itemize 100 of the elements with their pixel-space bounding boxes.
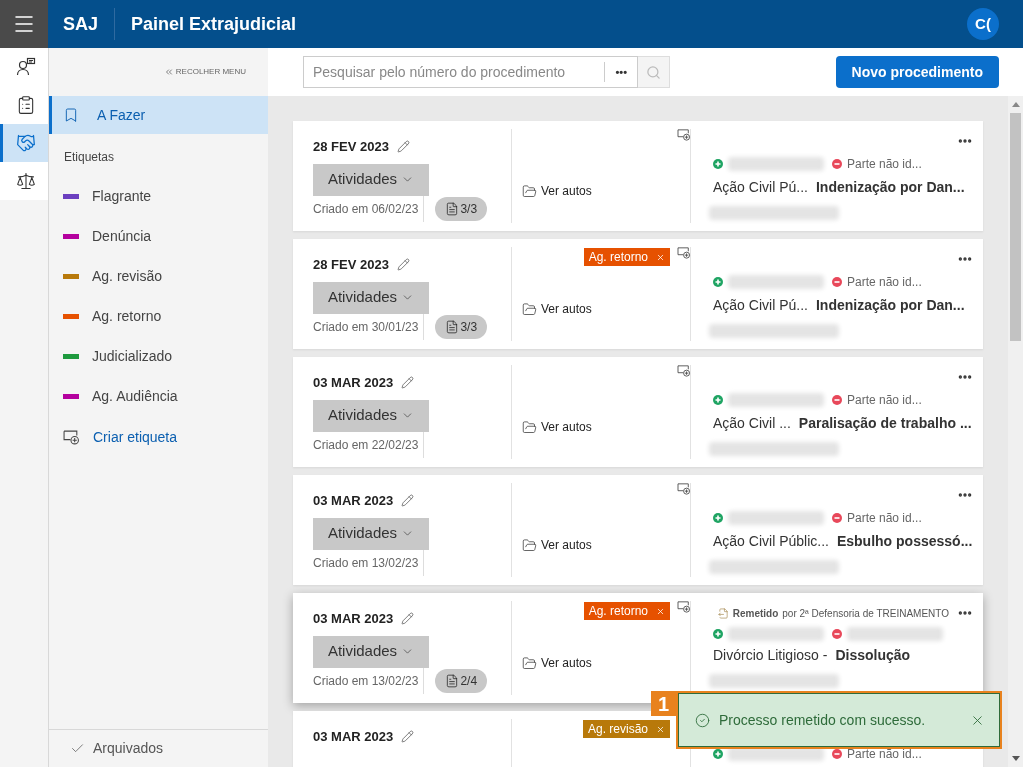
party-name: Parte não id... — [847, 156, 922, 173]
scales-icon — [15, 171, 36, 191]
document-icon — [445, 202, 460, 216]
party-name: Parte não id... — [847, 510, 922, 527]
view-records-link[interactable]: Ver autos — [522, 654, 592, 672]
handshake-icon — [15, 133, 36, 153]
due-date: 03 MAR 2023 — [313, 492, 394, 510]
remove-icon[interactable] — [656, 606, 665, 616]
add-tag-icon — [63, 430, 80, 445]
party-name: Parte não id... — [847, 274, 922, 291]
minus-circle-icon — [832, 629, 842, 639]
add-tag-icon[interactable] — [677, 129, 691, 141]
procedure-class: Ação Civil Pú... — [713, 296, 808, 315]
plus-circle-icon — [713, 513, 723, 523]
created-date: Criado em 06/02/23 — [313, 201, 419, 218]
label-item[interactable]: Judicializado — [92, 346, 173, 367]
activities-button[interactable]: Atividades — [313, 635, 429, 668]
minus-circle-icon — [832, 749, 842, 759]
view-records-link[interactable]: Ver autos — [522, 182, 592, 200]
bookmark-icon — [63, 107, 79, 123]
minus-circle-icon — [832, 277, 842, 287]
edit-icon[interactable] — [401, 730, 415, 744]
plus-circle-icon — [713, 395, 723, 405]
created-date: Criado em 22/02/23 — [313, 437, 419, 454]
label-item[interactable]: Ag. Audiência — [92, 386, 178, 407]
activities-button[interactable]: Atividades — [313, 163, 429, 196]
label-item[interactable]: Ag. revisão — [92, 266, 163, 287]
edit-icon[interactable] — [401, 612, 415, 626]
add-tag-icon[interactable] — [677, 601, 691, 613]
toast-message: Processo remetido com sucesso. — [719, 710, 926, 730]
activities-button[interactable]: Atividades — [313, 517, 429, 550]
minus-circle-icon — [832, 159, 842, 169]
archived-link[interactable]: Arquivados — [93, 738, 164, 759]
sent-status: Remetido por 2ª Defensoria de TREINAMENTO — [717, 605, 949, 621]
tag-chip[interactable]: Ag. revisão — [582, 720, 670, 738]
remove-icon[interactable] — [656, 252, 665, 262]
add-tag-icon[interactable] — [677, 365, 691, 377]
tag-chip[interactable]: Ag. retorno — [583, 248, 670, 266]
minus-circle-icon — [832, 513, 842, 523]
activities-button[interactable]: Atividades — [313, 399, 429, 432]
plus-circle-icon — [713, 749, 723, 759]
label-item[interactable]: Flagrante — [92, 186, 152, 207]
search-field[interactable]: Pesquisar pelo número do procedimento ••• — [303, 56, 638, 88]
procedure-subject: Dissolução — [835, 646, 911, 665]
folder-icon — [522, 301, 537, 317]
procedure-class: Ação Civil Pú... — [713, 178, 808, 197]
label-item[interactable]: Denúncia — [92, 226, 152, 247]
folder-icon — [522, 419, 537, 435]
document-icon — [445, 320, 460, 334]
procedure-class: Divórcio Litigioso - — [713, 646, 828, 665]
due-date: 03 MAR 2023 — [313, 374, 394, 392]
label-item[interactable]: Ag. retorno — [92, 306, 162, 327]
edit-icon[interactable] — [396, 258, 410, 272]
search-icon — [646, 64, 661, 80]
documents-count[interactable]: 3/3 — [435, 315, 488, 339]
person-chat-icon — [15, 57, 36, 77]
procedure-subject: Paralisação de trabalho ... — [798, 414, 972, 433]
add-tag-icon[interactable] — [677, 247, 691, 259]
documents-count[interactable]: 3/3 — [435, 197, 488, 221]
nav-item[interactable]: A Fazer — [49, 96, 268, 134]
remove-icon[interactable] — [656, 724, 665, 734]
created-date: Criado em 13/02/23 — [313, 673, 419, 690]
party-name: Parte não id... — [847, 392, 922, 409]
edit-icon[interactable] — [401, 376, 415, 390]
brand-name: SAJ — [63, 12, 98, 36]
add-tag-icon[interactable] — [677, 483, 691, 495]
scroll-up-arrow-icon[interactable] — [1011, 102, 1020, 107]
double-chevron-left-icon — [163, 67, 174, 77]
tag-chip[interactable]: Ag. retorno — [583, 602, 670, 620]
callout-number: 1 — [651, 691, 676, 716]
due-date: 28 FEV 2023 — [313, 138, 389, 156]
view-records-link[interactable]: Ver autos — [522, 418, 592, 436]
view-records-link[interactable]: Ver autos — [522, 536, 592, 554]
plus-circle-icon — [713, 159, 723, 169]
menu-button[interactable] — [0, 0, 48, 48]
app-title: Painel Extrajudicial — [131, 12, 297, 36]
new-procedure-button[interactable]: Novo procedimento — [835, 56, 999, 88]
collapse-menu-link[interactable]: RECOLHER MENU — [163, 66, 246, 78]
documents-count[interactable]: 2/4 — [435, 669, 488, 693]
procedure-class: Ação Civil Públic... — [713, 532, 829, 551]
edit-icon[interactable] — [396, 140, 410, 154]
create-label-link[interactable]: Criar etiqueta — [63, 427, 268, 448]
due-date: 03 MAR 2023 — [313, 728, 394, 746]
user-avatar[interactable]: C( — [967, 8, 999, 40]
created-date: Criado em 30/01/23 — [313, 319, 419, 336]
activities-button[interactable]: Atividades — [313, 281, 429, 314]
due-date: 28 FEV 2023 — [313, 256, 389, 274]
view-records-link[interactable]: Ver autos — [522, 300, 592, 318]
plus-circle-icon — [713, 277, 723, 287]
edit-icon[interactable] — [401, 494, 415, 508]
scrollbar-thumb[interactable] — [1010, 113, 1021, 341]
scroll-down-arrow-icon[interactable] — [1011, 756, 1020, 761]
document-arrow-icon — [717, 607, 729, 619]
procedure-class: Ação Civil ... — [713, 414, 791, 433]
document-icon — [445, 674, 460, 688]
scrollbar[interactable] — [1008, 96, 1023, 767]
folder-icon — [522, 537, 537, 553]
search-options-button[interactable]: ••• — [605, 63, 637, 81]
party-name: Parte não id... — [847, 746, 922, 763]
procedure-subject: Indenização por Dan... — [815, 178, 965, 197]
